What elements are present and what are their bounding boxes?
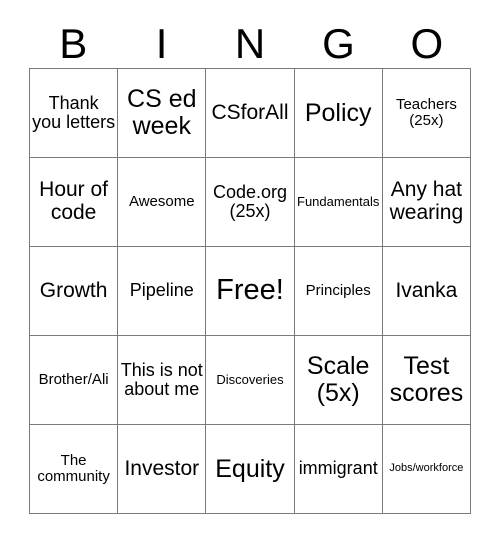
bingo-cell-label: Growth (39, 278, 108, 302)
bingo-cell-label: This is not about me (120, 359, 203, 399)
bingo-cell-label: Test scores (389, 352, 464, 407)
bingo-cell-label: immigrant (298, 458, 378, 479)
bingo-cell-label: Fundamentals (297, 193, 380, 209)
bingo-cell-label: Policy (304, 98, 372, 127)
bingo-cell-label: Equity (215, 454, 285, 483)
bingo-cell-label: Pipeline (129, 280, 194, 301)
bingo-cell-label: Ivanka (395, 278, 458, 302)
bingo-cell[interactable]: Discoveries (206, 336, 295, 425)
bingo-grid: Thank you letters CS ed week CSforAll Polic… (29, 68, 471, 514)
bingo-cell[interactable]: Hour of code (30, 158, 119, 247)
bingo-cell[interactable]: Fundamentals (294, 158, 383, 247)
bingo-header: B I N G O (29, 20, 471, 68)
bingo-cell[interactable]: Scale (5x) (294, 336, 383, 425)
bingo-cell[interactable]: Test scores (382, 336, 471, 425)
bingo-cell[interactable]: Jobs/workforce (382, 425, 471, 514)
bingo-cell-label: Code.org (25x) (212, 181, 288, 221)
bingo-cell[interactable]: CSforAll (206, 69, 295, 158)
bingo-cell-label: Any hat wearing (389, 178, 464, 224)
bingo-cell[interactable]: Investor (118, 425, 207, 514)
bingo-cell[interactable]: This is not about me (118, 336, 207, 425)
bingo-cell[interactable]: immigrant (294, 425, 383, 514)
bingo-cell[interactable]: Principles (294, 247, 383, 336)
bingo-cell-label: Awesome (128, 192, 195, 210)
bingo-cell-label: Investor (124, 456, 200, 480)
bingo-header-letter-o: O (410, 20, 444, 67)
bingo-cell-label: The community (37, 451, 110, 485)
bingo-header-letter-b: B (59, 20, 88, 67)
bingo-cell-label: Teachers (25x) (395, 95, 457, 129)
bingo-cell-label: CS ed week (127, 85, 197, 140)
bingo-cell[interactable]: Pipeline (118, 247, 207, 336)
bingo-cell-label: Brother/Ali (38, 370, 109, 388)
bingo-cell-label: Discoveries (216, 371, 284, 387)
bingo-header-letter-n: N (234, 20, 266, 67)
bingo-cell[interactable]: Thank you letters (30, 69, 119, 158)
bingo-cell-label: Thank you letters (32, 92, 116, 132)
bingo-cell-label: Scale (5x) (306, 352, 370, 407)
bingo-cell[interactable]: Any hat wearing (382, 158, 471, 247)
bingo-cell[interactable]: Brother/Ali (30, 336, 119, 425)
bingo-card: B I N G O Thank you letters CS ed week CSf… (0, 0, 500, 544)
bingo-cell[interactable]: Teachers (25x) (382, 69, 471, 158)
bingo-header-letter-i: I (155, 20, 168, 67)
bingo-cell-label: Jobs/workforce (389, 462, 464, 475)
bingo-cell[interactable]: Code.org (25x) (206, 158, 295, 247)
bingo-cell-label: Hour of code (39, 178, 109, 224)
bingo-cell-label: Principles (305, 281, 371, 299)
bingo-cell[interactable]: Awesome (118, 158, 207, 247)
bingo-header-letter-g: G (322, 20, 355, 67)
bingo-cell[interactable]: The community (30, 425, 119, 514)
bingo-cell[interactable]: Equity (206, 425, 295, 514)
bingo-cell[interactable]: Ivanka (382, 247, 471, 336)
bingo-cell[interactable]: CS ed week (118, 69, 207, 158)
bingo-cell[interactable]: Policy (294, 69, 383, 158)
bingo-cell[interactable]: Growth (30, 247, 119, 336)
bingo-cell[interactable]: Free! (206, 247, 295, 336)
bingo-cell-label: Free! (216, 274, 284, 307)
bingo-cell-label: CSforAll (211, 100, 289, 124)
